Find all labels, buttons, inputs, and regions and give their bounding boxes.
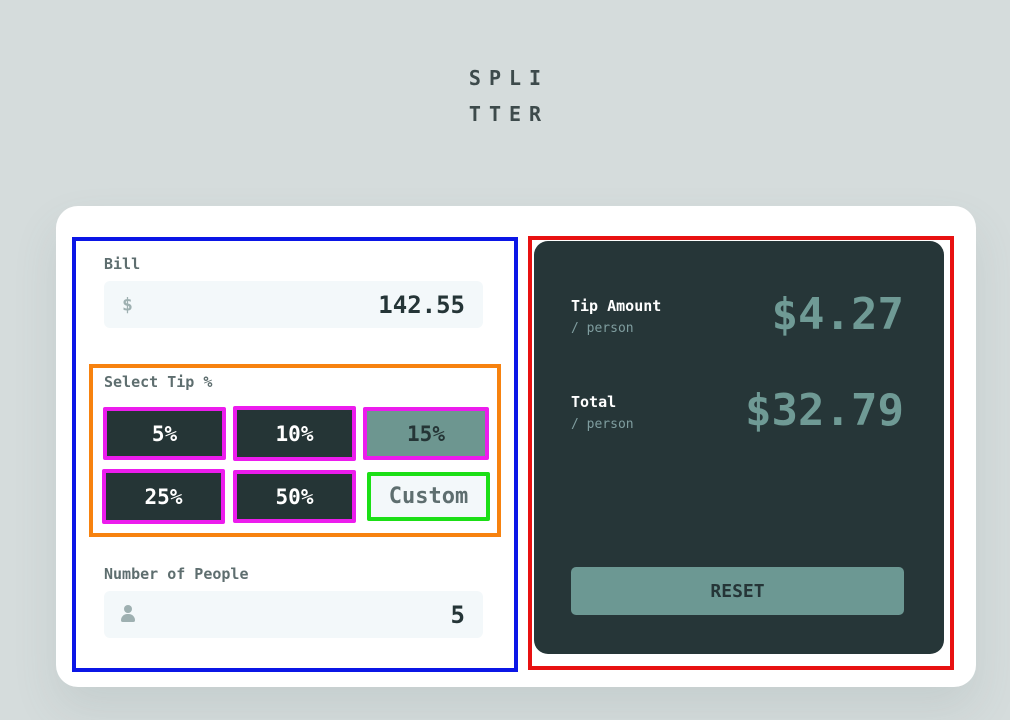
people-input[interactable]: 5 (104, 591, 483, 638)
logo-line-2: TTER (468, 102, 550, 126)
tip-button-50[interactable]: 50% (233, 470, 356, 523)
results-panel: Tip Amount / person $4.27 Total / person… (534, 241, 944, 654)
person-icon (121, 605, 135, 623)
logo-line-1: SPLI (468, 66, 550, 90)
tip-button-5-label: 5% (109, 413, 220, 454)
reset-button[interactable]: RESET (571, 567, 904, 615)
tip-button-25[interactable]: 25% (102, 469, 225, 524)
bill-input[interactable]: $ 142.55 (104, 281, 483, 328)
tip-button-10[interactable]: 10% (233, 406, 356, 461)
tip-button-25-label: 25% (108, 475, 219, 518)
tip-button-50-label: 50% (239, 476, 350, 517)
bill-label: Bill (104, 255, 141, 273)
tip-amount-per-person: / person (571, 321, 634, 336)
custom-tip-input[interactable]: Custom (367, 472, 490, 521)
total-value: $32.79 (745, 385, 904, 436)
tip-button-15-label: 15% (369, 413, 483, 454)
total-per-person: / person (571, 417, 634, 432)
bill-value: 142.55 (378, 290, 465, 319)
app-logo: SPLI TTER (0, 60, 1010, 132)
tip-button-10-label: 10% (239, 412, 350, 455)
tip-button-5[interactable]: 5% (103, 407, 226, 460)
tip-amount-value: $4.27 (771, 289, 904, 340)
tip-button-15[interactable]: 15% (363, 407, 489, 460)
tip-label: Select Tip % (104, 373, 213, 391)
tip-amount-label: Tip Amount (571, 297, 662, 315)
people-label: Number of People (104, 565, 249, 583)
people-value: 5 (450, 600, 465, 629)
dollar-icon: $ (122, 294, 133, 315)
total-label: Total (571, 393, 617, 411)
